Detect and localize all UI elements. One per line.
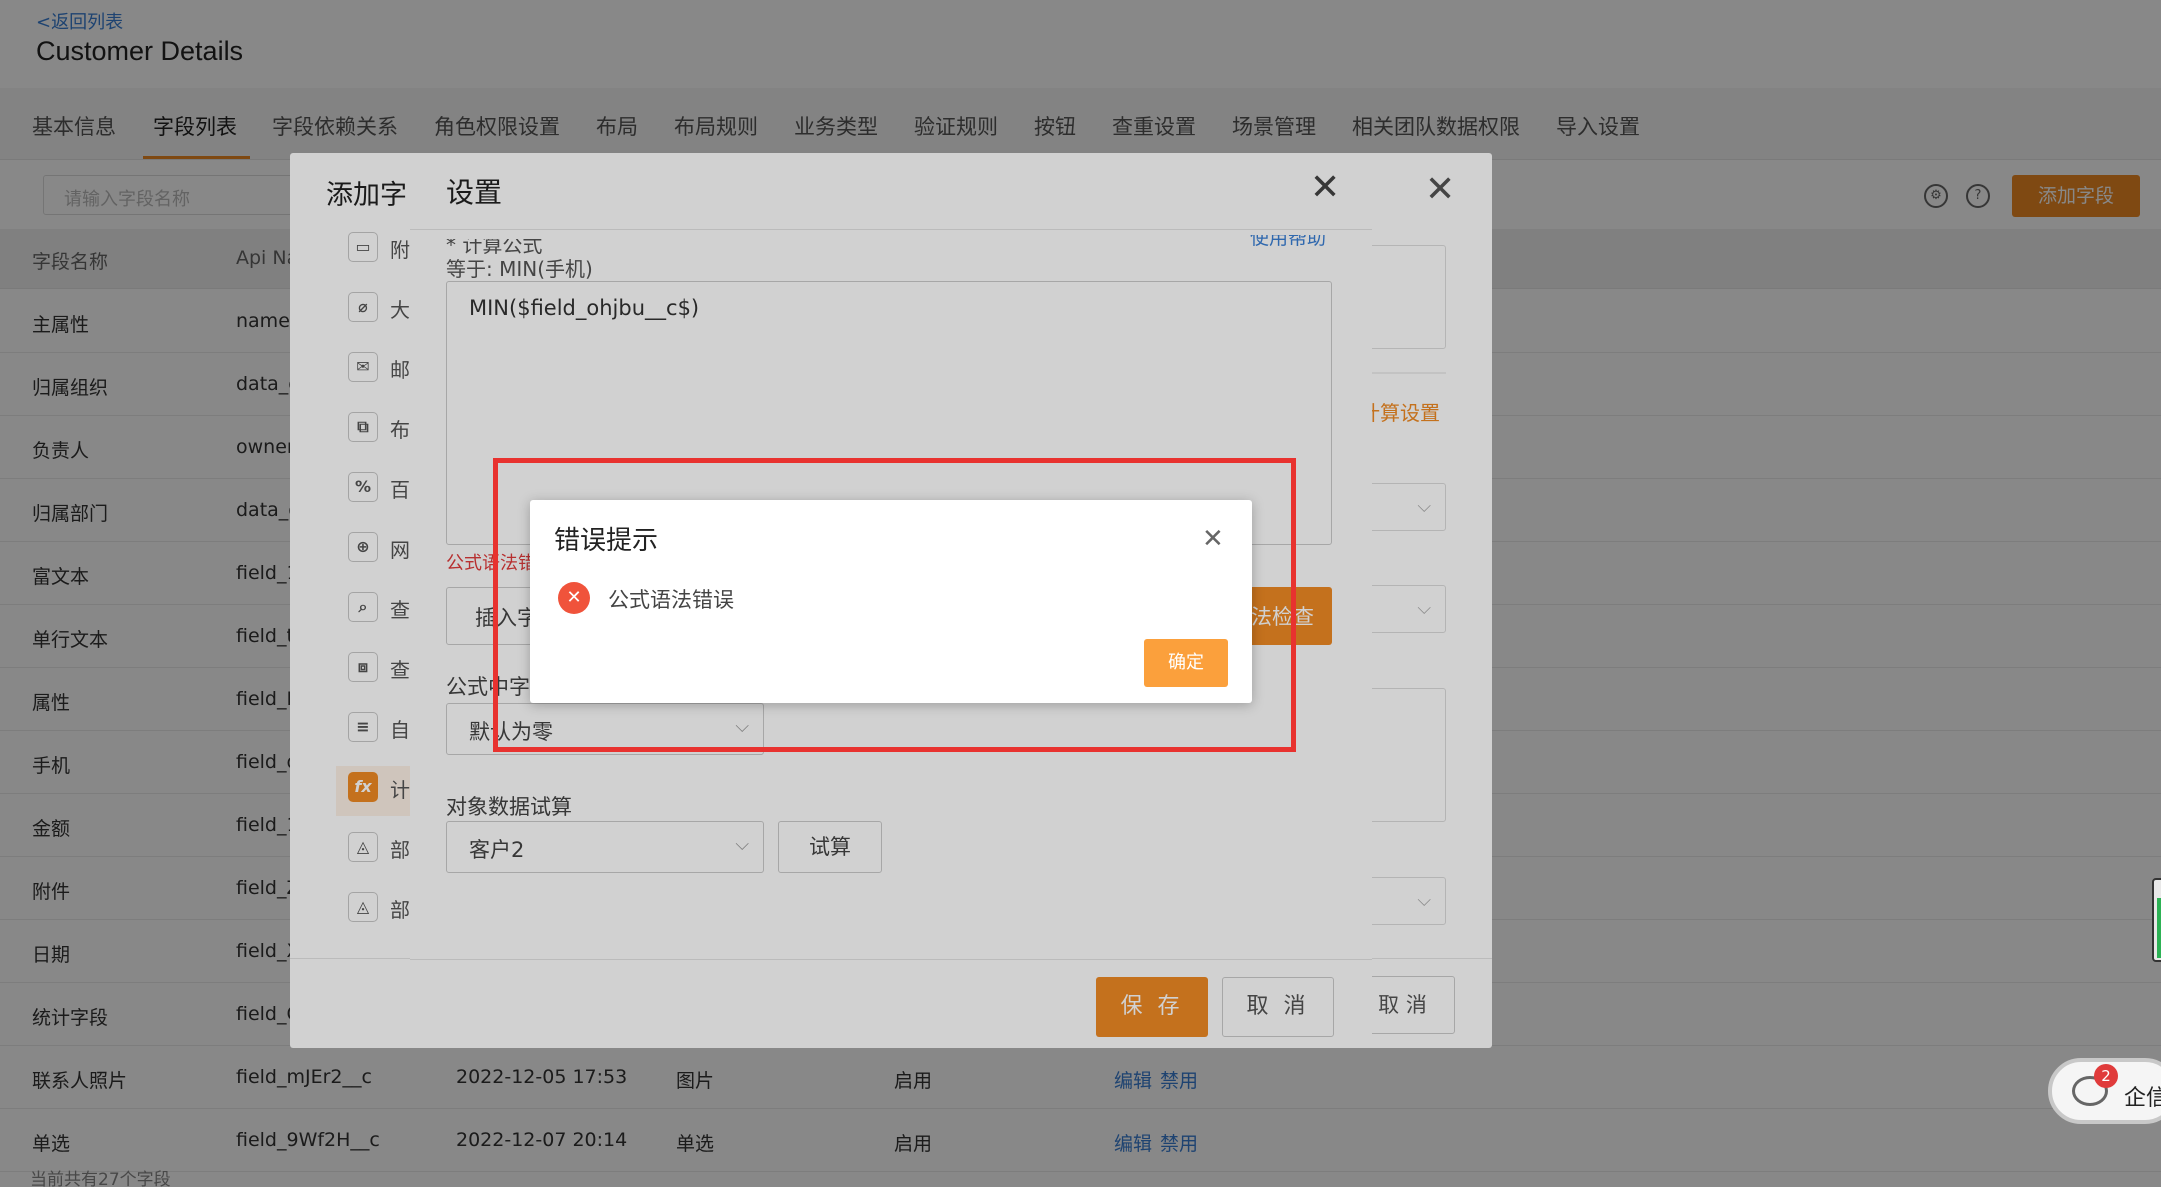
side-scroll-indicator [2157, 898, 2161, 958]
chat-label: 企信 [2124, 1086, 2161, 1111]
chat-widget[interactable]: 2 企信 [2048, 1058, 2161, 1124]
annotation-highlight-frame [493, 458, 1296, 752]
unread-badge: 2 [2094, 1064, 2118, 1088]
